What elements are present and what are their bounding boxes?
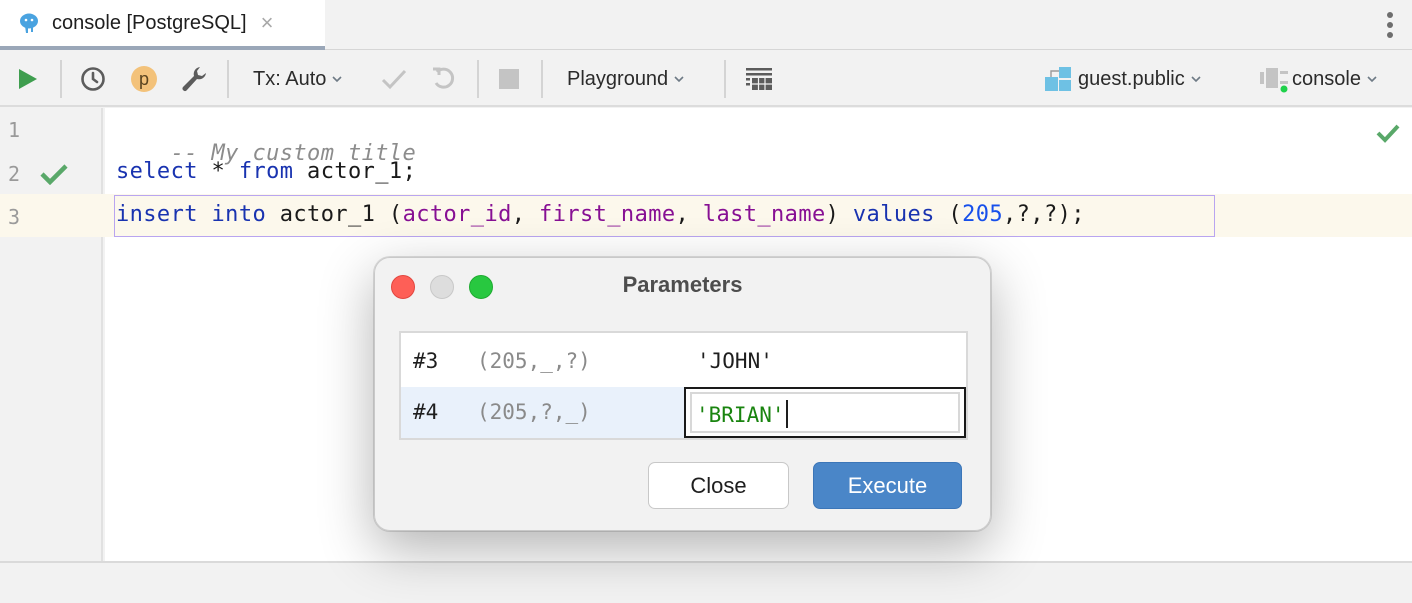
code-text: actor_1 ( bbox=[266, 202, 403, 227]
keyword: insert bbox=[116, 202, 198, 227]
chevron-down-icon bbox=[1191, 76, 1201, 83]
toolbar-separator bbox=[541, 60, 543, 98]
parameter-value-editor[interactable]: 'BRIAN' bbox=[684, 387, 966, 438]
code-text: ,?,?); bbox=[1003, 202, 1085, 227]
rollback-button[interactable] bbox=[431, 51, 457, 107]
session-mode-dropdown[interactable]: Playground bbox=[567, 51, 684, 107]
commit-button[interactable] bbox=[381, 51, 407, 107]
settings-button[interactable] bbox=[180, 51, 208, 107]
toolbar-separator bbox=[724, 60, 726, 98]
parameter-index: #3 bbox=[413, 349, 439, 373]
code-text: , bbox=[511, 202, 540, 227]
p-badge-icon: p bbox=[131, 66, 157, 92]
code-line-2: select * from actor_1; bbox=[116, 159, 416, 184]
output-layout-button[interactable] bbox=[745, 51, 773, 107]
code-text: ( bbox=[934, 202, 963, 227]
column-name: first_name bbox=[539, 202, 676, 227]
tab-console-postgresql[interactable]: console [PostgreSQL] × bbox=[0, 0, 325, 50]
table-output-icon bbox=[746, 68, 772, 90]
code-text: , bbox=[675, 202, 703, 227]
close-button[interactable]: Close bbox=[648, 462, 789, 509]
stop-button[interactable] bbox=[499, 51, 519, 107]
wrench-icon bbox=[182, 67, 206, 91]
line-number: 3 bbox=[8, 205, 21, 229]
console-toolbar: p Tx: Auto Playground guest.public conso… bbox=[0, 51, 1412, 107]
number-literal: 205 bbox=[962, 202, 1004, 227]
status-bar bbox=[0, 561, 1412, 603]
parameters-dialog: Parameters #3 (205,_,?) 'JOHN' #4 (205,?… bbox=[374, 257, 991, 531]
executed-success-check-icon bbox=[40, 164, 68, 185]
datasource-label: console bbox=[1292, 67, 1361, 90]
keyword: into bbox=[211, 202, 267, 227]
inspection-ok-check-icon[interactable] bbox=[1376, 123, 1400, 143]
parameter-pattern: (205,?,_) bbox=[477, 400, 591, 424]
parameter-value-input[interactable]: 'BRIAN' bbox=[690, 392, 960, 433]
line-number: 1 bbox=[8, 118, 21, 142]
session-mode-label: Playground bbox=[567, 67, 669, 90]
execute-button[interactable]: Execute bbox=[813, 462, 962, 509]
dialog-title: Parameters bbox=[622, 272, 743, 297]
keyword: values bbox=[852, 202, 935, 227]
parameter-value-text: 'BRIAN' bbox=[696, 403, 785, 427]
close-tab-icon[interactable]: × bbox=[261, 12, 274, 34]
history-button[interactable] bbox=[80, 51, 106, 107]
schema-icon bbox=[1045, 67, 1071, 91]
toolbar-separator bbox=[477, 60, 479, 98]
parameter-row[interactable]: #3 (205,_,?) 'JOHN' bbox=[401, 336, 966, 387]
schema-selector[interactable]: guest.public bbox=[1044, 51, 1201, 107]
text-caret bbox=[785, 400, 788, 428]
toolbar-separator bbox=[227, 60, 229, 98]
tab-label: console [PostgreSQL] bbox=[52, 11, 247, 34]
code-line-3: insert into actor_1 (actor_id, first_nam… bbox=[116, 202, 1085, 227]
parameter-row-selected[interactable]: #4 (205,?,_) 'BRIAN' bbox=[401, 387, 966, 438]
datasource-selector[interactable]: console bbox=[1259, 51, 1377, 107]
column-name: actor_id bbox=[402, 202, 512, 227]
code-text: ) bbox=[825, 202, 853, 227]
more-options-icon[interactable] bbox=[1386, 12, 1394, 38]
transaction-mode-dropdown[interactable]: Tx: Auto bbox=[253, 51, 342, 107]
clock-icon bbox=[81, 67, 105, 91]
execute-button[interactable] bbox=[18, 51, 38, 107]
parameter-index: #4 bbox=[413, 400, 439, 424]
commit-check-icon bbox=[381, 69, 407, 90]
line-number: 2 bbox=[8, 162, 21, 186]
parameters-table: #3 (205,_,?) 'JOHN' #4 (205,?,_) 'BRIAN' bbox=[399, 331, 968, 440]
code-text: * bbox=[197, 159, 239, 184]
schema-label: guest.public bbox=[1078, 67, 1185, 90]
console-datasource-icon bbox=[1260, 68, 1289, 94]
column-name: last_name bbox=[702, 202, 826, 227]
parameter-value[interactable]: 'JOHN' bbox=[697, 349, 773, 373]
rollback-icon bbox=[433, 67, 455, 89]
parameter-pattern: (205,_,?) bbox=[477, 349, 591, 373]
chevron-down-icon bbox=[332, 76, 342, 83]
code-text: actor_1; bbox=[293, 159, 417, 184]
chevron-down-icon bbox=[674, 76, 684, 83]
chevron-down-icon bbox=[1367, 76, 1377, 83]
run-icon bbox=[19, 69, 37, 89]
keyword: select bbox=[116, 159, 198, 184]
parameters-button[interactable]: p bbox=[131, 51, 157, 107]
toolbar-separator bbox=[60, 60, 62, 98]
tx-mode-label: Tx: Auto bbox=[253, 67, 327, 90]
tab-bar: console [PostgreSQL] × bbox=[0, 0, 1412, 50]
ide-window: console [PostgreSQL] × p Tx: Auto Playgr… bbox=[0, 0, 1412, 603]
postgresql-elephant-icon bbox=[20, 13, 38, 33]
keyword: from bbox=[238, 159, 294, 184]
stop-icon bbox=[499, 69, 519, 89]
